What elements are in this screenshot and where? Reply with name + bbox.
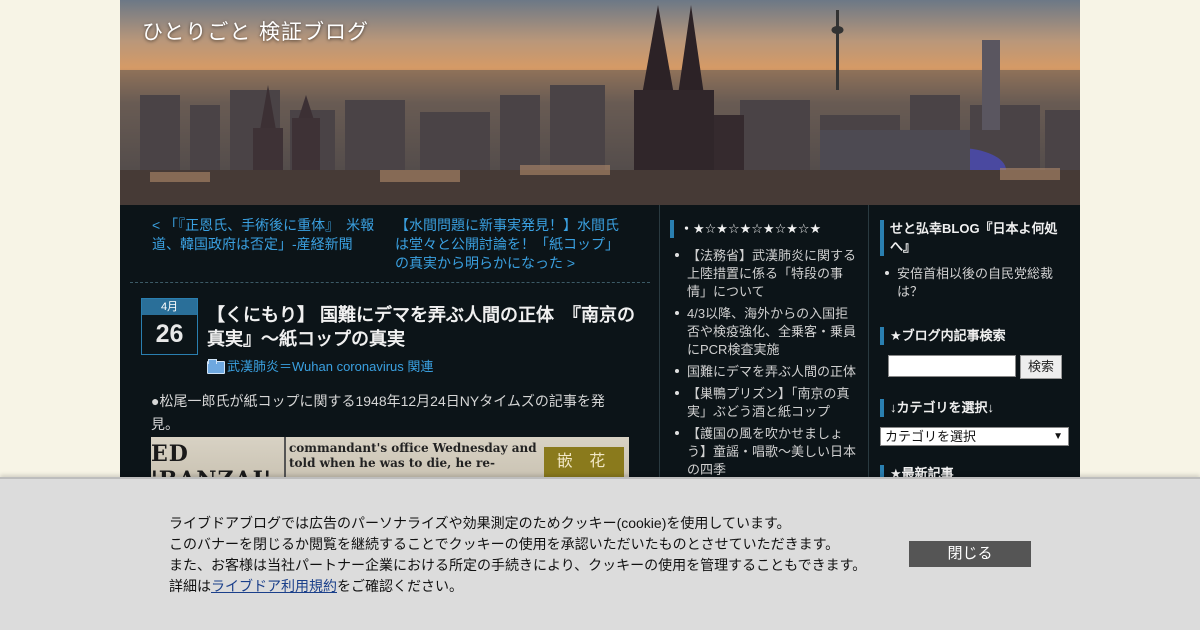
clipping-column-text: commandant's office Wednesday and told w… <box>289 441 537 470</box>
sidebar-right-list: 安倍首相以後の自民党総裁は？ <box>880 265 1070 305</box>
sidebar-right-item[interactable]: 安倍首相以後の自民党総裁は？ <box>880 265 1070 301</box>
cookie-line-prefix: 詳細は <box>169 578 211 594</box>
cookie-line: また、お客様は当社パートナー企業における所定の手続きにより、クッキーの使用を管理… <box>169 557 867 573</box>
category-select[interactable]: カテゴリを選択 ▼ <box>880 427 1069 446</box>
post-navigation: < 「『正恩氏、手術後に重体』 米報道、韓国政府は否定」-産経新聞 【水間問題に… <box>130 205 650 283</box>
cookie-line: ライブドアブログでは広告のパーソナライズや効果測定のためクッキー(cookie)… <box>169 515 791 531</box>
post-date-day: 26 <box>155 320 184 348</box>
header-banner[interactable]: ひとりごと 検証ブログ <box>120 0 1080 205</box>
sidebar-left-list: 【法務省】武漢肺炎に関する上陸措置に係る「特段の事情」について 4/3以降、海外… <box>670 247 860 483</box>
search-input[interactable] <box>888 355 1016 377</box>
post-category[interactable]: 武漢肺炎＝Wuhan coronavirus 関連 <box>207 356 433 375</box>
sidebar-left-item[interactable]: 【巣鴨プリズン】「南京の真実」ぶどう酒と紙コップ <box>670 385 860 421</box>
terms-link[interactable]: ライブドア利用規約 <box>211 578 337 594</box>
newspaper-clipping-image: ED 'BANZAI' commandant's office Wednesda… <box>151 437 629 482</box>
category-select-value: カテゴリを選択 <box>885 429 977 444</box>
clipping-divider <box>284 437 286 482</box>
cookie-notice-text: ライブドアブログでは広告のパーソナライズや効果測定のためクッキー(cookie)… <box>169 513 879 597</box>
sidebar-left-item[interactable]: 国難にデマを弄ぶ人間の正体 <box>670 363 860 381</box>
sidebar-left-item[interactable]: 4/3以降、海外からの入国拒否や検疫強化、全乗客・乗員にPCR検査実施 <box>670 305 860 359</box>
clipping-headline: ED 'BANZAI' <box>151 441 272 482</box>
search-button[interactable]: 検索 <box>1020 355 1062 379</box>
category-heading: ↓カテゴリを選択↓ <box>880 399 1070 417</box>
search-form: 検索 <box>888 355 1062 379</box>
cookie-banner: ライブドアブログでは広告のパーソナライズや効果測定のためクッキー(cookie)… <box>0 477 1200 630</box>
cookie-line: 詳細はライブドア利用規約をご確認ください。 <box>169 576 879 597</box>
sidebar-left-item[interactable]: 【護国の風を吹かせましょう】童謡・唱歌～美しい日本の四季 <box>670 425 860 479</box>
cookie-line-suffix: をご確認ください。 <box>337 578 463 594</box>
sidebar-right-heading: せと弘幸BLOG『日本よ何処へ』 <box>880 220 1070 256</box>
sidebar-left-heading: ・★☆★☆★☆★☆★☆★ <box>670 220 860 238</box>
prev-post-link[interactable]: < 「『正恩氏、手術後に重体』 米報道、韓国政府は否定」-産経新聞 <box>152 216 382 254</box>
post-date: 4月 26 <box>141 298 198 355</box>
post-date-month: 4月 <box>142 299 197 315</box>
close-button[interactable]: 閉じる <box>909 541 1031 567</box>
search-heading: ★ブログ内記事検索 <box>880 327 1070 345</box>
blog-title[interactable]: ひとりごと 検証ブログ <box>142 16 369 46</box>
sidebar-left-item[interactable]: 【法務省】武漢肺炎に関する上陸措置に係る「特段の事情」について <box>670 247 860 301</box>
folder-icon <box>207 359 225 374</box>
chevron-down-icon: ▼ <box>1053 431 1063 442</box>
post-category-label[interactable]: 武漢肺炎＝Wuhan coronavirus 関連 <box>227 356 433 375</box>
post-body-text: ●松尾一郎氏が紙コップに関する1948年12月24日NYタイムズの記事を発見。 <box>151 393 605 432</box>
next-post-link[interactable]: 【水間問題に新事実発見！】水間氏は堂々と公開討論を！「紙コップ」の真実から明らか… <box>395 216 630 273</box>
post-title[interactable]: 【くにもり】 国難にデマを弄ぶ人間の正体 『南京の真実』～紙コップの真実 <box>207 303 637 351</box>
cookie-line: このバナーを閉じるか閲覧を継続することでクッキーの使用を承認いただいたものとさせ… <box>169 536 840 552</box>
